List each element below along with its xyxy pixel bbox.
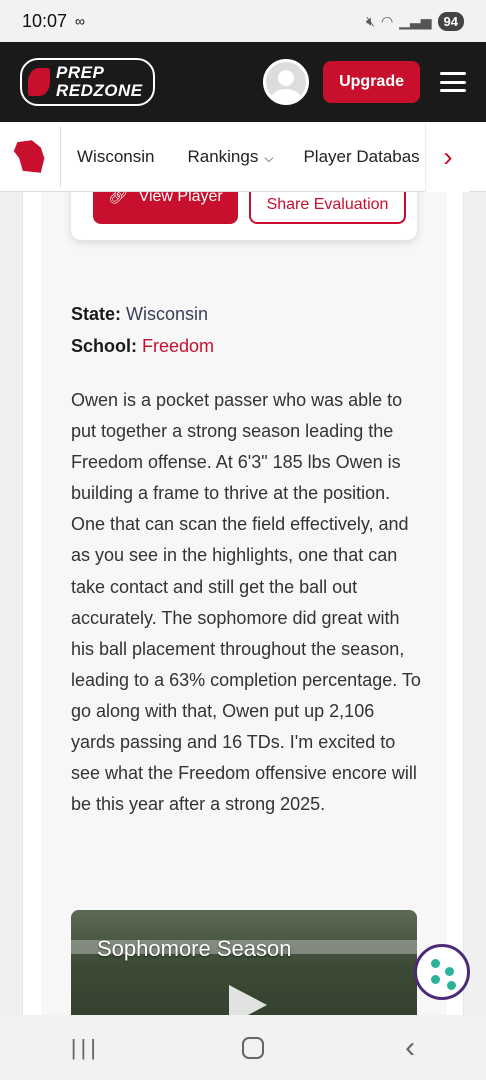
player-evaluation-text: Owen is a pocket passer who was able to … [71, 390, 421, 815]
status-left: 10:07 ∞ [22, 11, 85, 32]
logo-line-1: PREP [56, 63, 105, 82]
status-right: 🔇︎ ◠ ▁▃▅ 94 [366, 11, 464, 31]
recents-icon[interactable]: ||| [71, 1035, 100, 1061]
subnav-item-player-database[interactable]: Player Databas [303, 147, 425, 167]
share-evaluation-button[interactable]: Share Evaluation [249, 192, 406, 224]
chevron-right-icon[interactable]: › [425, 121, 470, 192]
voicemail-icon: ∞ [75, 13, 86, 29]
wisconsin-state-icon[interactable] [13, 140, 45, 173]
nav-right: Upgrade [263, 59, 466, 105]
school-row: School: Freedom [71, 330, 214, 362]
upgrade-button[interactable]: Upgrade [323, 61, 420, 103]
state-value: Wisconsin [126, 304, 209, 324]
android-nav-bar: ||| ‹ [0, 1015, 486, 1080]
prep-redzone-logo[interactable]: PREP REDZONE [20, 58, 155, 106]
video-title: Sophomore Season [97, 936, 292, 961]
wifi-icon: ◠ [381, 12, 394, 29]
user-avatar[interactable] [263, 59, 310, 105]
hamburger-menu-icon[interactable] [440, 72, 466, 92]
state-label: State: [71, 304, 122, 324]
subnav-item-wisconsin[interactable]: Wisconsin [77, 147, 154, 167]
cookie-settings-icon[interactable] [414, 944, 470, 1000]
sub-navbar: Wisconsin Rankings ⌵ Player Databas › [0, 121, 486, 192]
logo-mark-icon [28, 68, 50, 96]
clock: 10:07 [22, 10, 68, 31]
player-action-card: 🔗︎ View Player Share Evaluation [71, 192, 417, 240]
chevron-down-icon: ⌵ [264, 150, 274, 165]
play-icon[interactable] [229, 985, 267, 1015]
home-icon[interactable] [241, 1036, 264, 1059]
subnav-divider [60, 126, 61, 187]
link-icon: 🔗︎ [108, 192, 129, 205]
player-info: State: Wisconsin School: Freedom [71, 298, 214, 362]
view-player-label: View Player [138, 192, 223, 205]
logo-line-2: REDZONE [56, 81, 143, 100]
school-label: School: [71, 336, 137, 356]
view-player-button[interactable]: 🔗︎ View Player [93, 192, 238, 224]
battery-indicator: 94 [437, 11, 464, 31]
school-link[interactable]: Freedom [142, 336, 214, 356]
subnav-item-rankings[interactable]: Rankings ⌵ [187, 147, 273, 167]
state-row: State: Wisconsin [71, 298, 214, 330]
logo-text: PREP REDZONE [56, 64, 143, 100]
highlight-video[interactable]: Sophomore Season [71, 910, 417, 1015]
main-content: 🔗︎ View Player Share Evaluation State: W… [22, 192, 464, 1015]
status-bar: 10:07 ∞ 🔇︎ ◠ ▁▃▅ 94 [0, 0, 486, 42]
back-icon[interactable]: ‹ [405, 1031, 415, 1065]
rankings-label: Rankings [187, 146, 259, 166]
signal-icon: ▁▃▅ [399, 12, 432, 29]
top-navbar: PREP REDZONE Upgrade [0, 42, 486, 122]
mute-icon: 🔇︎ [366, 12, 375, 29]
share-evaluation-label: Share Evaluation [266, 196, 389, 213]
